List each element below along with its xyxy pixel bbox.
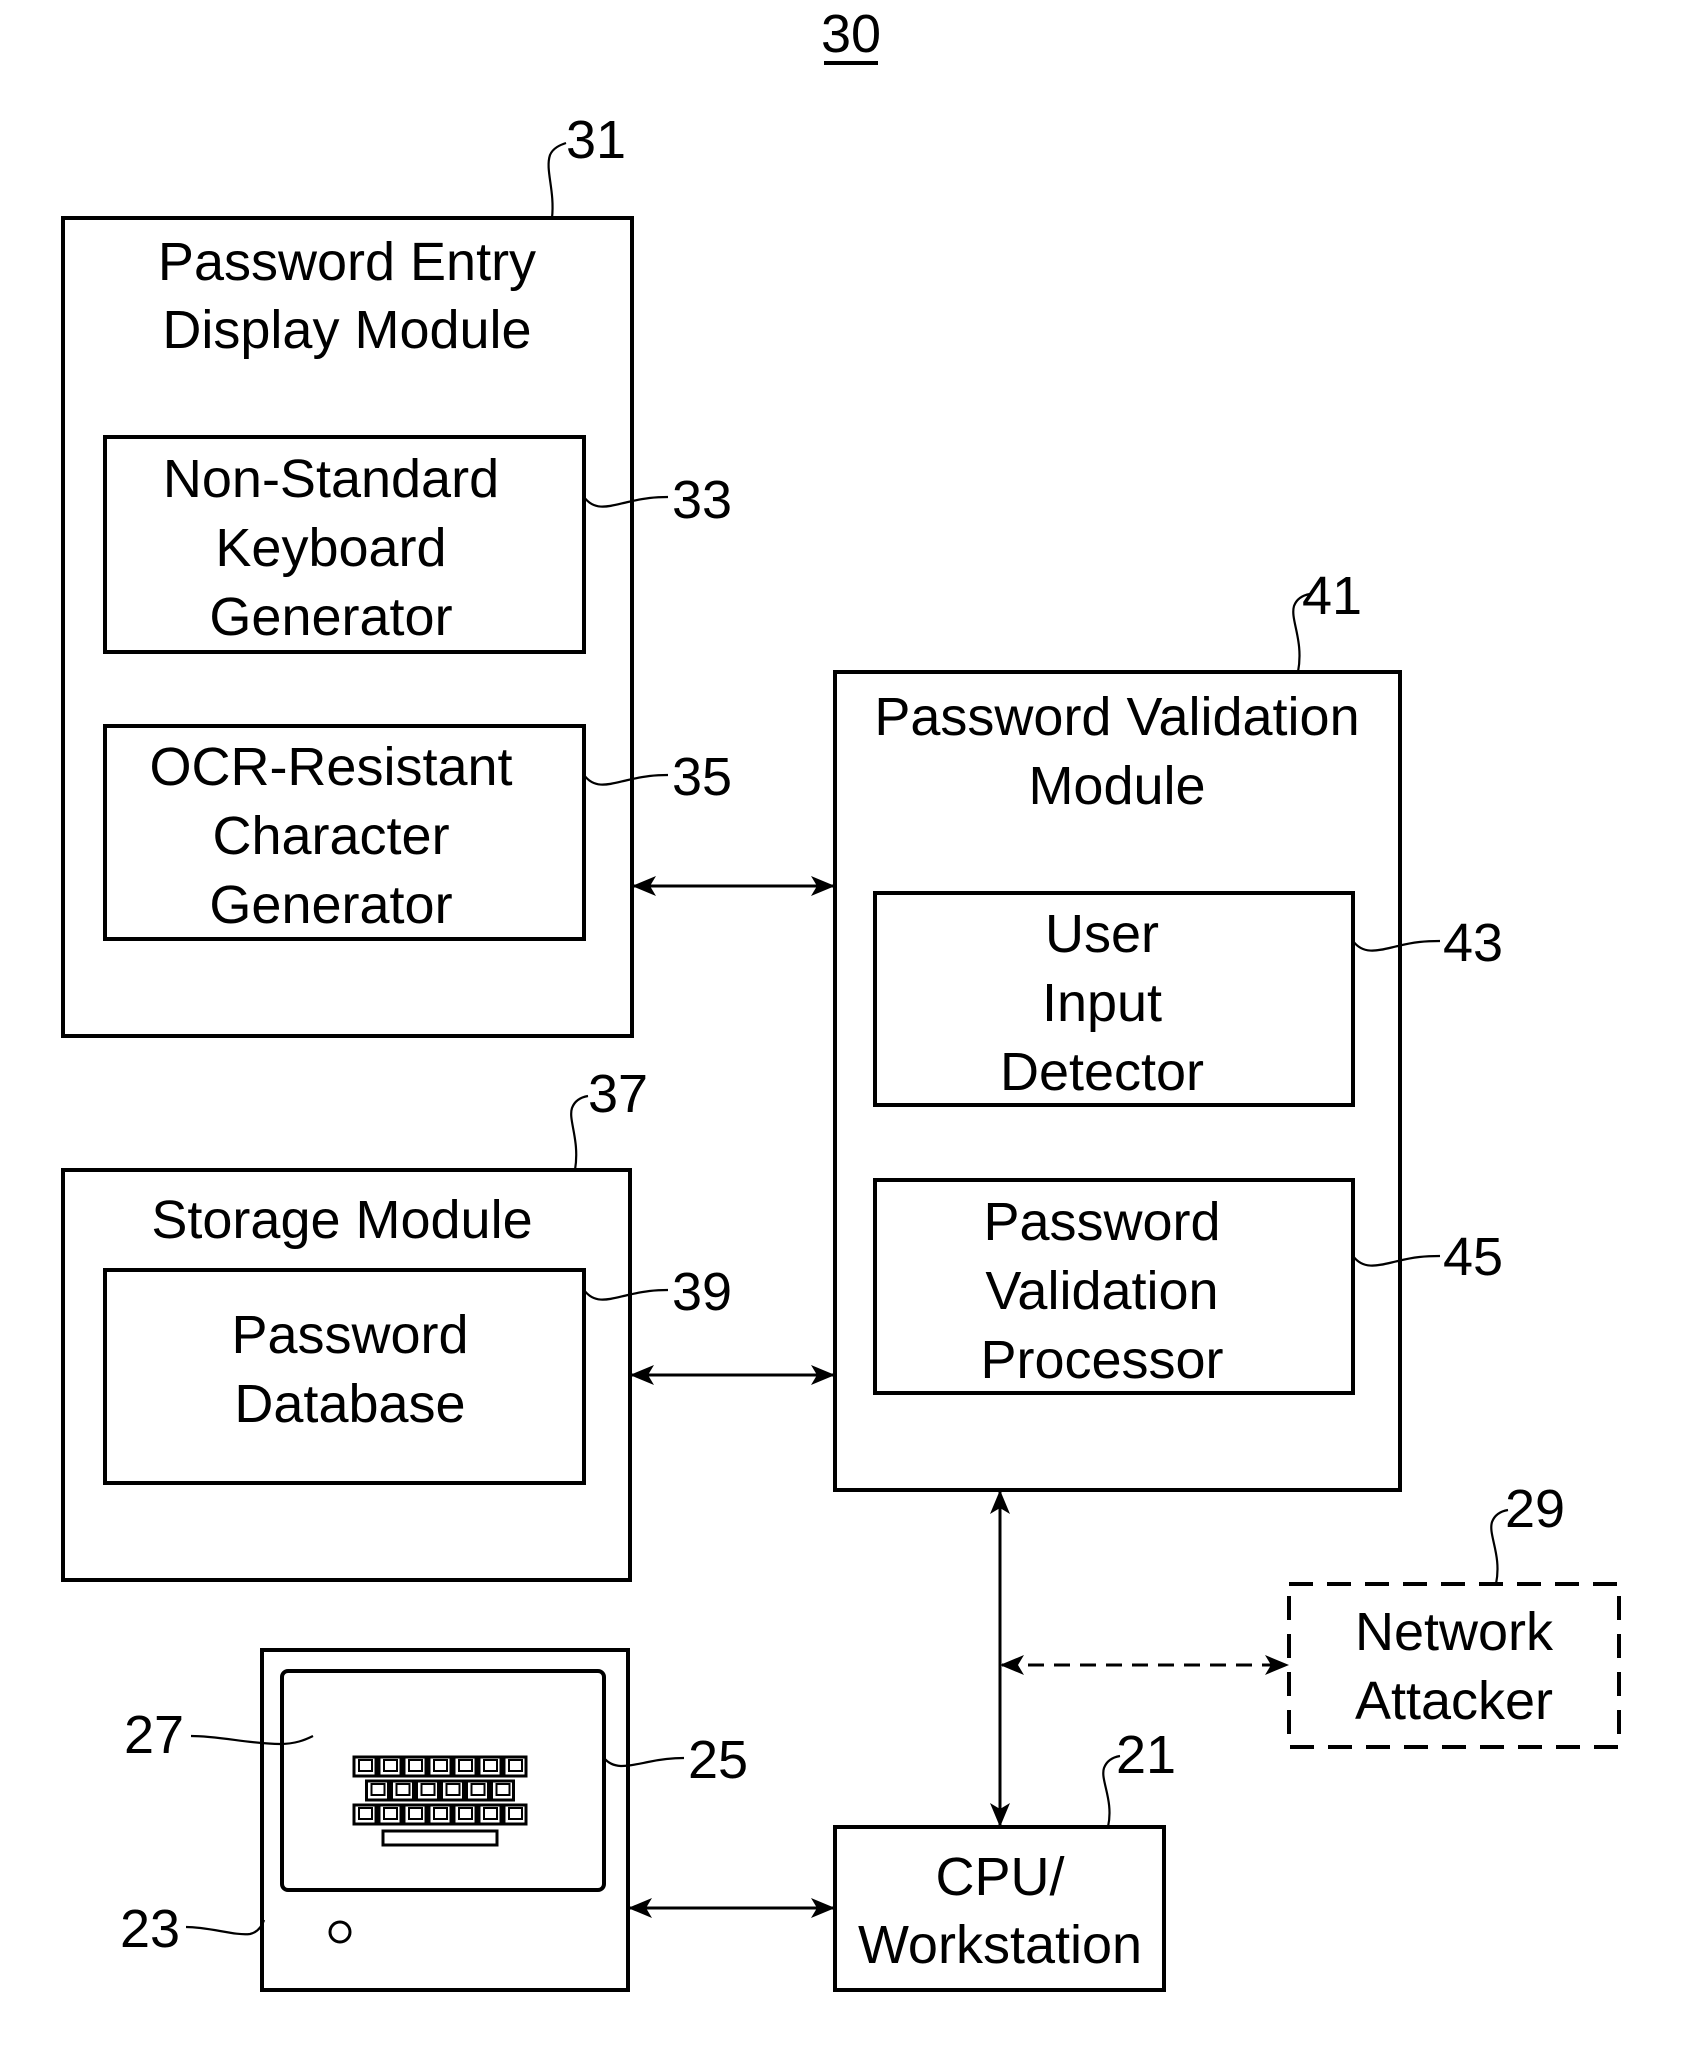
- ref-23: 23: [120, 1899, 180, 1959]
- terminal: 25 27 23: [120, 1648, 748, 1992]
- block-33-line-2: Keyboard: [215, 518, 446, 578]
- ref-23-leader: [185, 1919, 266, 1936]
- block-41-line-2: Module: [1028, 756, 1205, 816]
- ref-31-leader: [547, 141, 567, 219]
- system-block-diagram: 30 Password Entry Display Module 31 Non-…: [61, 4, 1621, 1992]
- password-validation-processor: Password Validation Processor 45: [873, 1178, 1503, 1395]
- ref-33: 33: [672, 470, 732, 530]
- block-31-line-2: Display Module: [162, 300, 531, 360]
- ref-25: 25: [688, 1730, 748, 1790]
- block-35-line-2: Character: [212, 806, 449, 866]
- ref-45: 45: [1443, 1227, 1503, 1287]
- block-21-line-2: Workstation: [858, 1915, 1142, 1975]
- block-39-line-1: Password: [231, 1305, 468, 1365]
- block-37-line-1: Storage Module: [151, 1190, 532, 1250]
- ref-37-leader: [570, 1094, 589, 1171]
- block-31-line-1: Password Entry: [158, 232, 536, 292]
- ref-21: 21: [1116, 1725, 1176, 1785]
- block-41-line-1: Password Validation: [874, 687, 1359, 747]
- ref-27: 27: [124, 1705, 184, 1765]
- block-45-line-3: Processor: [980, 1330, 1223, 1390]
- ref-41: 41: [1302, 566, 1362, 626]
- password-database: Password Database 39: [103, 1262, 732, 1485]
- network-attacker: Network Attacker 29: [1287, 1479, 1621, 1749]
- ref-43: 43: [1443, 913, 1503, 973]
- keyboard-space-bar: [381, 1829, 499, 1847]
- user-input-detector: User Input Detector 43: [873, 891, 1503, 1107]
- block-33-line-3: Generator: [209, 587, 452, 647]
- block-39-line-2: Database: [234, 1374, 465, 1434]
- ref-39: 39: [672, 1262, 732, 1322]
- ref-35: 35: [672, 747, 732, 807]
- cpu-workstation: CPU/ Workstation 21: [833, 1725, 1176, 1992]
- block-35-line-3: Generator: [209, 875, 452, 935]
- ocr-resistant-character-generator: OCR-Resistant Character Generator 35: [103, 724, 732, 941]
- block-45-line-1: Password: [983, 1192, 1220, 1252]
- ref-29: 29: [1505, 1479, 1565, 1539]
- figure-number: 30: [821, 4, 881, 65]
- block-45-line-2: Validation: [985, 1261, 1218, 1321]
- block-33-line-1: Non-Standard: [163, 449, 499, 509]
- ref-31: 31: [566, 110, 626, 170]
- block-43-line-2: Input: [1042, 973, 1162, 1033]
- non-standard-keyboard-generator: Non-Standard Keyboard Generator 33: [103, 435, 732, 654]
- power-button-icon: [328, 1920, 352, 1944]
- block-43-line-1: User: [1045, 904, 1159, 964]
- block-29-line-1: Network: [1355, 1602, 1554, 1662]
- ref-37: 37: [588, 1064, 648, 1124]
- block-43-line-3: Detector: [1000, 1042, 1204, 1102]
- figure-number-label: 30: [821, 4, 881, 64]
- block-21-line-1: CPU/: [935, 1847, 1064, 1907]
- block-29-line-2: Attacker: [1355, 1671, 1553, 1731]
- block-35-line-1: OCR-Resistant: [149, 737, 512, 797]
